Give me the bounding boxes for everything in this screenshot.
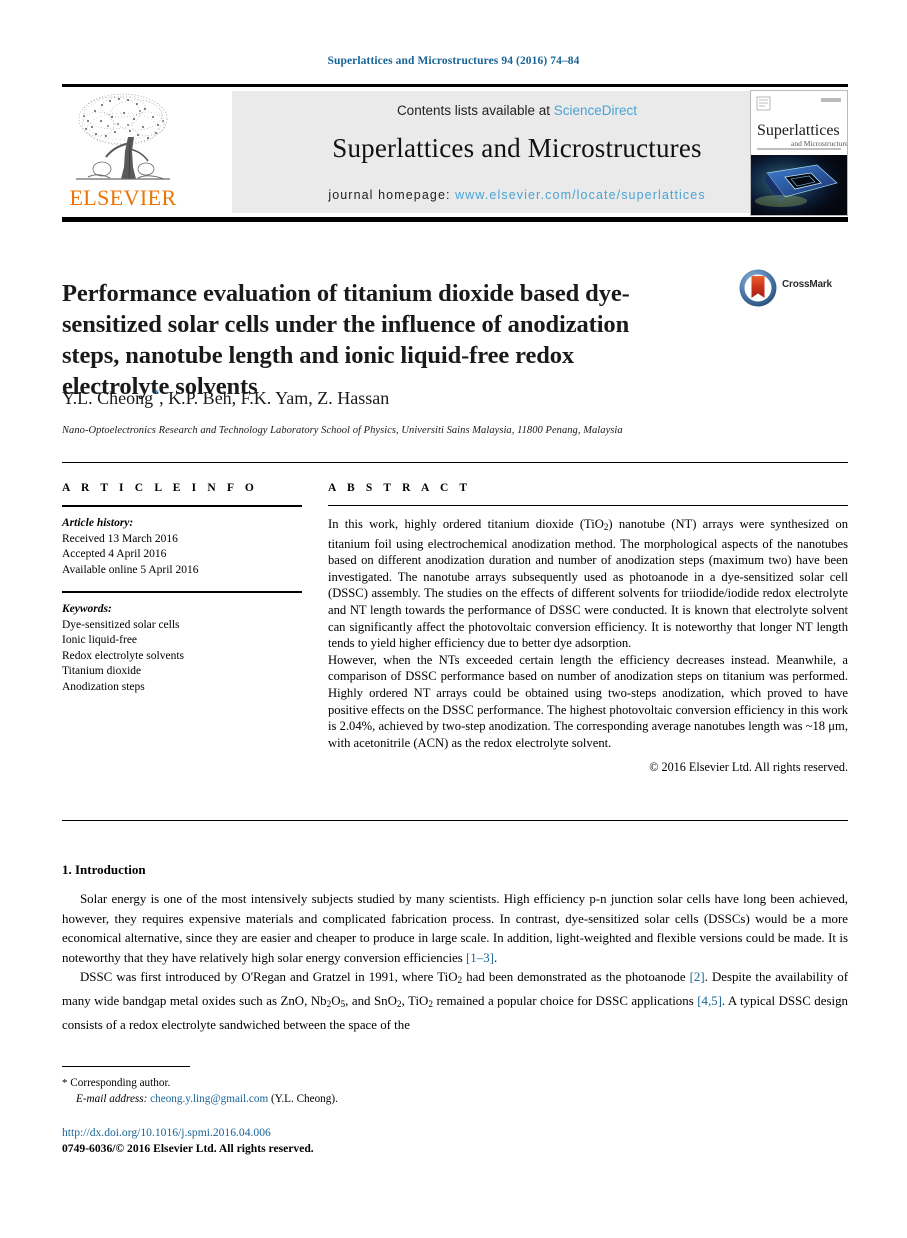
footnote-rule [62,1066,190,1067]
history-item: Available online 5 April 2016 [62,563,199,576]
svg-text:Superlattices: Superlattices [757,122,840,139]
citation-link[interactable]: [1–3] [466,951,494,965]
keyword-item: Dye-sensitized solar cells [62,618,180,631]
issn-copyright-line: 0749-6036/© 2016 Elsevier Ltd. All right… [62,1141,314,1155]
abstract-column: A B S T R A C T In this work, highly ord… [328,482,848,775]
keyword-item: Redox electrolyte solvents [62,649,184,662]
intro-paragraph-1: Solar energy is one of the most intensiv… [62,890,848,968]
intro-p1-end: . [493,950,498,965]
article-history-label: Article history: [62,517,134,529]
contents-available-line: Contents lists available at ScienceDirec… [232,103,802,118]
keywords-block: Keywords: Dye-sensitized solar cells Ion… [62,602,302,695]
intro-paragraph-2: DSSC was first introduced by O'Regan and… [62,968,848,1035]
abstract-paragraph: However, when the NTs exceeded certain l… [328,652,848,750]
asterisk-icon: * [62,1077,68,1089]
history-item: Received 13 March 2016 [62,532,178,545]
article-info-column: A R T I C L E I N F O Article history: R… [62,482,302,695]
email-link[interactable]: cheong.y.ling@gmail.com [150,1093,268,1105]
article-info-heading: A R T I C L E I N F O [62,482,258,494]
intro-p1-text: Solar energy is one of the most intensiv… [62,892,848,965]
author-rest: , K.P. Beh, F.K. Yam, Z. Hassan [159,388,390,408]
intro-p2-a: DSSC was first introduced by O'Regan and… [80,970,458,985]
elsevier-tree-icon [68,91,178,186]
abstract-heading: A B S T R A C T [328,482,472,494]
doi-link[interactable]: http://dx.doi.org/10.1016/j.spmi.2016.04… [62,1125,662,1141]
abstract-copyright: © 2016 Elsevier Ltd. All rights reserved… [649,760,848,775]
intro-p2-b: had been demonstrated as the photoanode [462,970,690,985]
journal-title: Superlattices and Microstructures [332,133,702,163]
svg-text:and Microstructures: and Microstructures [791,139,847,148]
citation-link[interactable]: [4,5] [697,994,722,1008]
section-heading-introduction: 1. Introduction [62,862,146,877]
article-history-block: Article history: Received 13 March 2016 … [62,516,302,578]
masthead-top-rule [62,84,848,87]
article-info-rule [62,505,302,507]
citation-link[interactable]: [2] [690,970,705,984]
elsevier-logo: ELSEVIER [64,91,182,213]
journal-cover-thumbnail: Superlattices and Microstructures [750,90,848,216]
history-item: Accepted 4 April 2016 [62,548,167,560]
elsevier-wordmark: ELSEVIER [69,185,177,210]
intro-p2-g: remained a popular choice for DSSC appli… [433,994,698,1008]
abstract-body: In this work, highly ordered titanium di… [328,516,848,751]
journal-homepage-link[interactable]: www.elsevier.com/locate/superlattices [455,188,706,202]
keywords-label: Keywords: [62,603,112,615]
footnote-block: * Corresponding author. E-mail address: … [62,1076,662,1107]
doi-block: http://dx.doi.org/10.1016/j.spmi.2016.04… [62,1125,662,1156]
journal-masthead: ELSEVIER Contents lists available at Sci… [62,84,848,222]
crossmark-badge[interactable]: CrossMark [738,268,848,308]
info-top-rule [62,462,848,463]
contents-band: Contents lists available at ScienceDirec… [232,91,802,213]
page-title: Performance evaluation of titanium dioxi… [62,280,630,401]
crossmark-label: CrossMark [782,279,832,290]
keyword-item: Ionic liquid-free [62,634,138,646]
email-note: E-mail address: cheong.y.ling@gmail.com … [62,1092,662,1108]
sciencedirect-link[interactable]: ScienceDirect [554,103,637,118]
email-label: E-mail address: [76,1092,148,1105]
affiliation: Nano-Optoelectronics Research and Techno… [62,425,623,436]
corresponding-author-label: Corresponding author. [70,1077,171,1089]
abstract-p1-b: ) nanotube (NT) arrays were synthesized … [328,517,848,651]
abstract-bottom-rule [62,820,848,821]
keyword-item: Titanium dioxide [62,665,142,677]
keyword-item: Anodization steps [62,680,145,693]
contents-prefix: Contents lists available at [396,103,554,118]
introduction-body: Solar energy is one of the most intensiv… [62,890,848,1035]
keywords-rule [62,591,302,593]
paper-page: Superlattices and Microstructures 94 (20… [0,0,907,1238]
journal-homepage-line: journal homepage: www.elsevier.com/locat… [232,188,802,202]
intro-p2-e: , and SnO [345,994,397,1008]
abstract-paragraph: In this work, highly ordered titanium di… [328,516,848,652]
abstract-p1-a: In this work, highly ordered titanium di… [328,517,604,531]
masthead-bottom-rule [62,217,848,222]
homepage-prefix: journal homepage: [328,188,456,202]
author-list: Y.L. Cheong*, K.P. Beh, F.K. Yam, Z. Has… [62,386,762,409]
abstract-rule [328,505,848,506]
running-head: Superlattices and Microstructures 94 (20… [327,55,580,67]
intro-p2-f: , TiO [401,994,429,1008]
email-owner: (Y.L. Cheong). [270,1092,338,1105]
intro-p2-d: O [331,994,341,1008]
crossmark-logo-icon [739,269,777,307]
corresponding-author-note: * Corresponding author. [62,1076,662,1092]
author-primary: Y.L. Cheong [62,388,154,408]
